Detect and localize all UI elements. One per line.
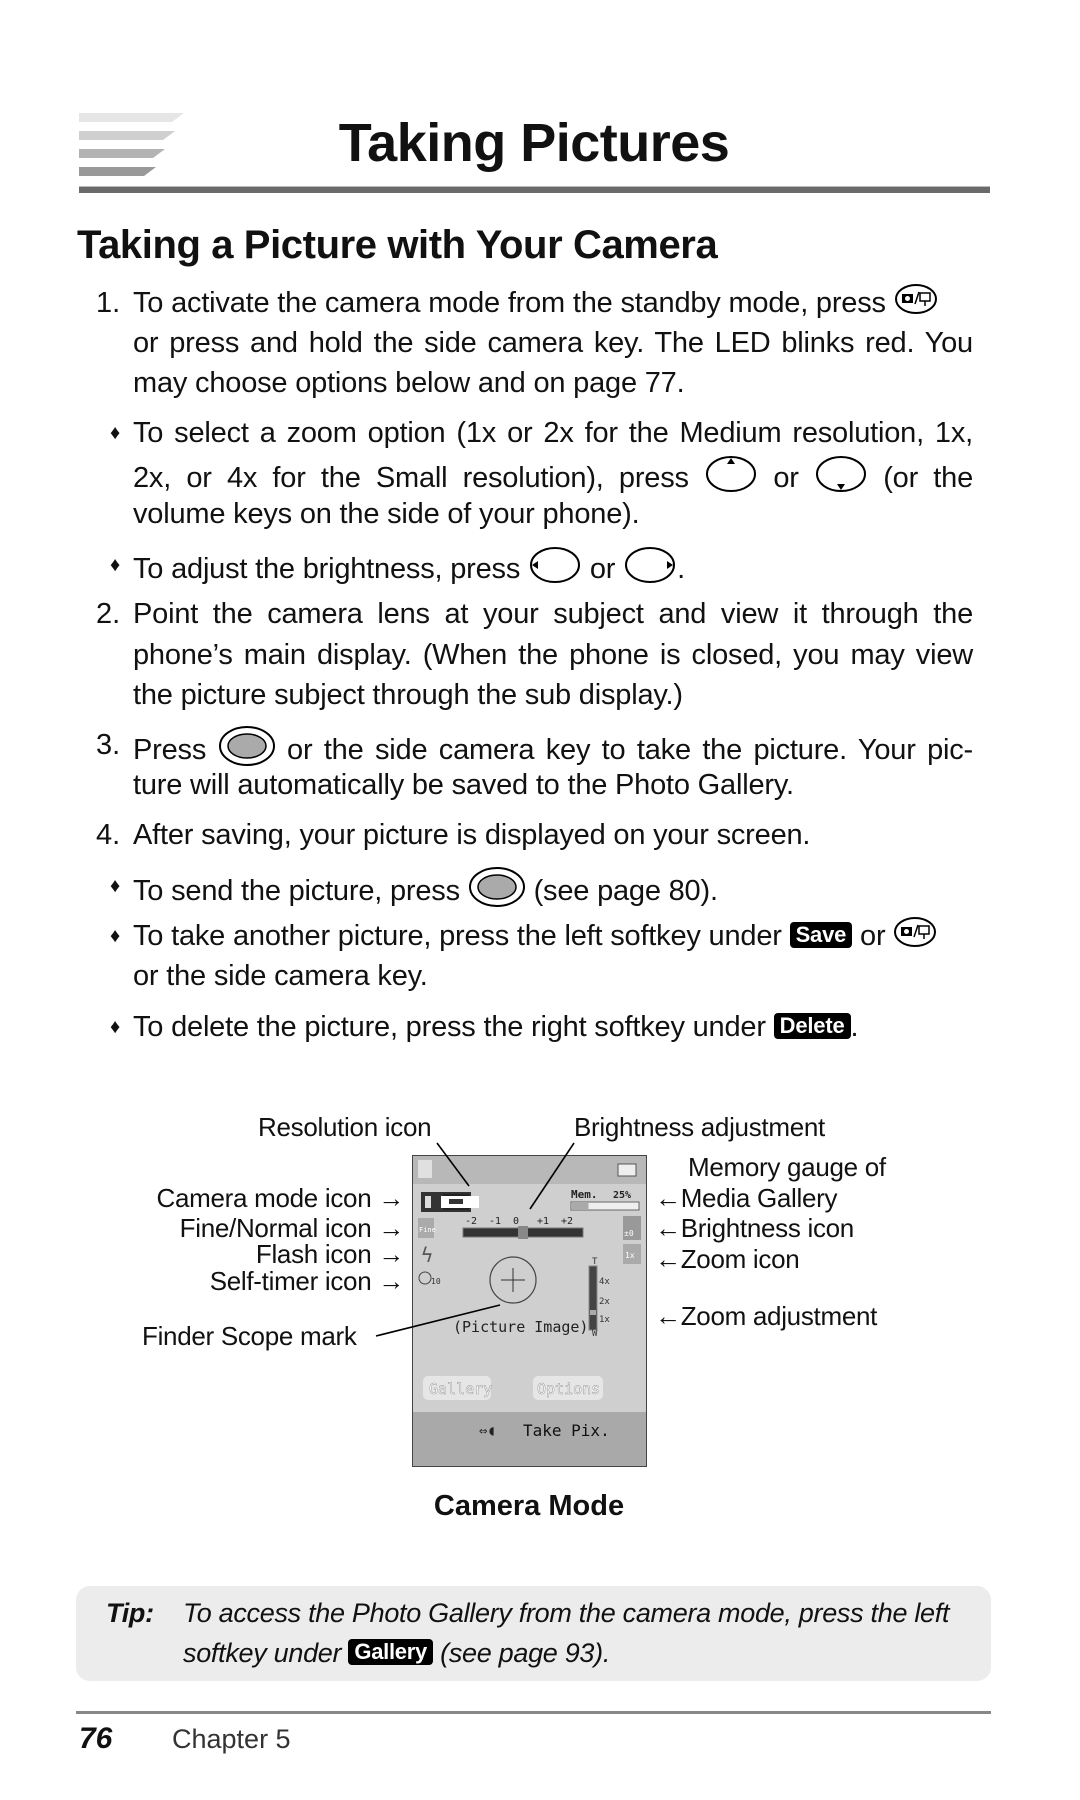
leader-lines (375, 1142, 575, 1337)
footer-divider (76, 1711, 991, 1714)
chapter-label: Chapter 5 (172, 1724, 291, 1754)
gallery-softkey-badge: Gallery (348, 1639, 433, 1665)
figure-caption: Camera Mode (433, 1490, 625, 1522)
tip-text: (see page 93). (440, 1638, 611, 1668)
tip-line-2: softkey under Gallery (see page 93). (183, 1636, 610, 1670)
tip-box: Tip: To access the Photo Gallery from th… (76, 1586, 991, 1681)
tip-label: Tip: (106, 1598, 154, 1628)
tip-line-1: To access the Photo Gallery from the cam… (183, 1598, 950, 1628)
page-number: 76 (79, 1722, 113, 1755)
tip-text: softkey under (183, 1638, 342, 1668)
